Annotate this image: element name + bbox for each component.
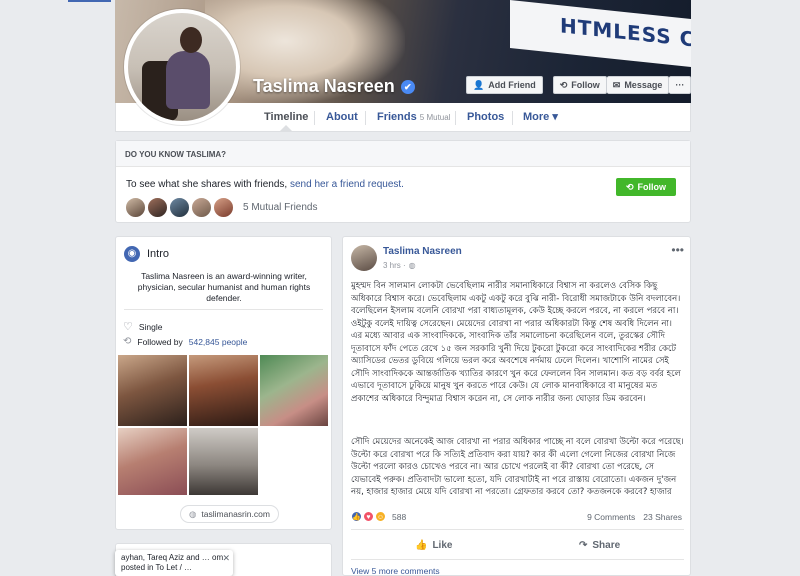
nav-separator (455, 111, 456, 125)
love-reaction-icon: ♥ (363, 511, 374, 522)
rss-icon: ⟲ (559, 79, 568, 90)
shares-count[interactable]: 23 Shares (643, 512, 682, 522)
close-icon[interactable]: ✕ (222, 553, 230, 563)
relationship-row: ♡ Single (123, 320, 163, 333)
friend-request-prompt: To see what she shares with friends, sen… (126, 179, 404, 190)
globe-icon: ◉ (124, 246, 140, 262)
followers-count-link[interactable]: 542,845 people (189, 337, 248, 347)
nav-separator (314, 111, 315, 125)
tab-about[interactable]: About (326, 103, 358, 131)
mutual-friend-avatar[interactable] (213, 197, 234, 218)
follow-green-button[interactable]: ⟲ Follow (615, 178, 676, 196)
intro-photo[interactable] (189, 428, 258, 495)
tab-timeline[interactable]: Timeline (264, 103, 308, 131)
website-link[interactable]: ◍ taslimanasrin.com (180, 505, 279, 523)
post-author-avatar[interactable] (351, 245, 377, 271)
relationship-status: Single (138, 321, 163, 332)
mutual-friend-avatar[interactable] (147, 197, 168, 218)
header-actions: 👤 Add Friend ⟲ Follow ✉ Message ··· (466, 76, 692, 94)
post-stats: 9 Comments 23 Shares (587, 512, 682, 522)
rss-icon: ⟲ (625, 181, 634, 192)
profile-picture-image (128, 13, 236, 121)
followers-icon: ⟲ (123, 336, 132, 347)
post-divider (351, 559, 684, 560)
avatar-body-shape (166, 51, 210, 109)
mutual-friend-avatar[interactable] (169, 197, 190, 218)
tab-photos[interactable]: Photos (467, 103, 504, 131)
cover-sign: HTMLESS C (510, 0, 691, 68)
intro-card: ◉ Intro Taslima Nasreen is an award-winn… (115, 236, 332, 530)
intro-divider (124, 309, 323, 310)
message-label: Message (624, 80, 663, 90)
profile-picture[interactable] (124, 9, 240, 125)
cover-sign-text: HTMLESS C (560, 13, 691, 52)
website-text: taslimanasrin.com (201, 509, 270, 519)
intro-photo[interactable] (260, 355, 328, 426)
post-timestamp[interactable]: 3 hrs · (383, 261, 406, 270)
globe-icon: ◍ (189, 508, 197, 519)
intro-photo[interactable] (118, 355, 187, 426)
add-friend-icon: 👤 (473, 79, 485, 90)
intro-header: ◉ Intro (124, 246, 169, 262)
add-friend-label: Add Friend (488, 80, 536, 90)
prompt-text: To see what she shares with friends, (126, 179, 288, 190)
view-more-comments-link[interactable]: View 5 more comments (351, 566, 440, 576)
share-button[interactable]: ↷ Share (579, 537, 620, 553)
timeline-post: Taslima Nasreen 3 hrs · ◍ ••• মুহম্মদ বি… (342, 236, 691, 576)
follow-green-label: Follow (637, 182, 667, 192)
followers-row: ⟲ Followed by 542,845 people (123, 336, 247, 347)
nav-separator (365, 111, 366, 125)
more-options-button[interactable]: ··· (669, 76, 692, 94)
intro-photo[interactable] (118, 428, 187, 495)
intro-photo[interactable] (189, 355, 258, 426)
send-friend-request-link[interactable]: send her a friend request. (290, 179, 404, 190)
profile-name-text[interactable]: Taslima Nasreen (253, 76, 395, 97)
post-paragraph: সৌদি মেয়েদের অনেকেই আজ বোরখা না পরার অধ… (351, 437, 684, 497)
profile-name[interactable]: Taslima Nasreen ✔ (253, 76, 415, 97)
post-options-icon[interactable]: ••• (671, 243, 684, 257)
post-paragraph: মুহম্মদ বিন সালমান লোকটা ভেবেছিলাম নারীর… (351, 281, 681, 404)
follow-button[interactable]: ⟲ Follow (552, 76, 607, 94)
public-globe-icon: ◍ (408, 261, 416, 270)
tab-friends-mutual: 5 Mutual (419, 113, 451, 122)
follow-label: Follow (571, 80, 600, 90)
comments-count[interactable]: 9 Comments (587, 512, 635, 522)
intro-title: Intro (147, 248, 170, 260)
do-you-know-card: DO YOU KNOW TASLIMA? To see what she sha… (115, 140, 691, 223)
mutual-friends-count[interactable]: 5 Mutual Friends (243, 202, 317, 213)
top-bar-fragment (68, 0, 111, 2)
avatar-head-shape (180, 27, 202, 53)
followed-by-label: Followed by (137, 336, 183, 347)
tab-friends[interactable]: Friends 5 Mutual (377, 103, 450, 131)
more-options-label: ··· (675, 80, 685, 90)
share-label: Share (592, 539, 621, 551)
intro-bio: Taslima Nasreen is an award-winning writ… (137, 271, 311, 303)
like-button[interactable]: 👍 Like (415, 537, 452, 553)
tab-friends-label: Friends (377, 111, 417, 123)
post-meta: 3 hrs · ◍ (383, 261, 416, 270)
mutual-friend-avatar[interactable] (125, 197, 146, 218)
verified-badge-icon: ✔ (400, 79, 415, 94)
share-arrow-icon: ↷ (579, 539, 588, 551)
add-friend-button[interactable]: 👤 Add Friend (466, 76, 543, 94)
message-button[interactable]: ✉ Message (606, 76, 670, 94)
messenger-icon: ✉ (612, 79, 621, 90)
haha-reaction-icon: ☺ (375, 511, 386, 522)
heart-icon: ♡ (123, 321, 133, 333)
reactions-summary[interactable]: 👍 ♥ ☺ 588 (351, 511, 406, 522)
mutual-friend-avatars (125, 197, 234, 218)
notification-text: ayhan, Tareq Aziz and … om posted in To … (121, 553, 224, 572)
notification-popup[interactable]: ayhan, Tareq Aziz and … om posted in To … (115, 550, 233, 576)
reaction-count: 588 (392, 511, 407, 522)
do-you-know-heading: DO YOU KNOW TASLIMA? (116, 141, 690, 167)
nav-separator (512, 111, 513, 125)
like-label: Like (432, 539, 453, 551)
thumbs-up-icon: 👍 (415, 539, 428, 551)
follow-message-group: ⟲ Follow ✉ Message ··· (552, 76, 692, 94)
like-reaction-icon: 👍 (351, 511, 362, 522)
post-author-name[interactable]: Taslima Nasreen (383, 246, 462, 257)
post-divider (351, 529, 684, 530)
tab-more[interactable]: More ▾ (523, 103, 558, 131)
mutual-friend-avatar[interactable] (191, 197, 212, 218)
